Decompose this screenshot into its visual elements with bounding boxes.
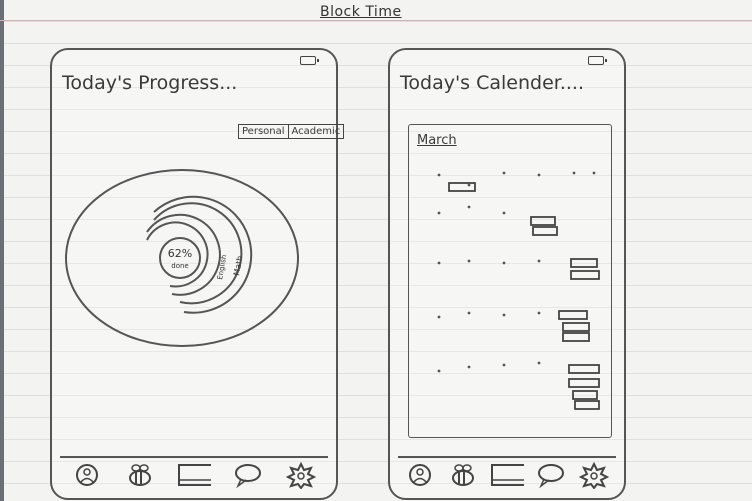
paper-margin-line: [0, 20, 752, 21]
nav-bee-button[interactable]: [123, 461, 157, 489]
nav-calendar-button[interactable]: [490, 461, 524, 489]
calendar-title: Today's Calender....: [400, 72, 585, 94]
battery-icon: [300, 56, 319, 65]
nav-calendar-button[interactable]: [177, 461, 211, 489]
settings-icon: [285, 461, 317, 489]
page-edge: [0, 0, 4, 501]
settings-icon: [578, 461, 610, 489]
chat-icon: [537, 464, 564, 488]
bottom-nav: [398, 456, 616, 492]
battery-icon: [588, 56, 607, 65]
chat-icon: [234, 464, 261, 488]
nav-bee-button[interactable]: [446, 461, 480, 489]
toggle-academic[interactable]: Academic: [287, 125, 344, 138]
calendar-grid[interactable]: March: [408, 124, 612, 438]
ring-label-math: Math: [232, 255, 244, 276]
bottom-nav: [60, 456, 328, 492]
nav-settings-button[interactable]: [577, 461, 611, 489]
nav-chat-button[interactable]: [231, 461, 265, 489]
progress-phone: Today's Progress... Personal Academic 62…: [50, 48, 345, 500]
progress-title: Today's Progress...: [62, 72, 238, 94]
percent-value: 62%: [168, 247, 192, 260]
toggle-personal[interactable]: Personal: [239, 125, 288, 138]
profile-icon: [408, 464, 431, 486]
nav-chat-button[interactable]: [534, 461, 568, 489]
calendar-icon: [490, 464, 524, 486]
calendar-icon: [177, 464, 211, 486]
nav-profile-button[interactable]: [70, 461, 104, 489]
calendar-phone: Today's Calender.... March: [388, 48, 626, 500]
progress-chart: 62% done English Math: [65, 169, 299, 347]
bee-icon: [129, 464, 152, 486]
bee-icon: [452, 464, 475, 486]
sketch-title: Block Time: [320, 4, 402, 20]
nav-profile-button[interactable]: [403, 461, 437, 489]
profile-icon: [75, 464, 98, 486]
category-toggle[interactable]: Personal Academic: [238, 124, 345, 139]
percent-caption: done: [171, 262, 188, 270]
calendar-marks: [437, 171, 600, 410]
ring-label-english: English: [216, 254, 228, 280]
nav-settings-button[interactable]: [284, 461, 318, 489]
